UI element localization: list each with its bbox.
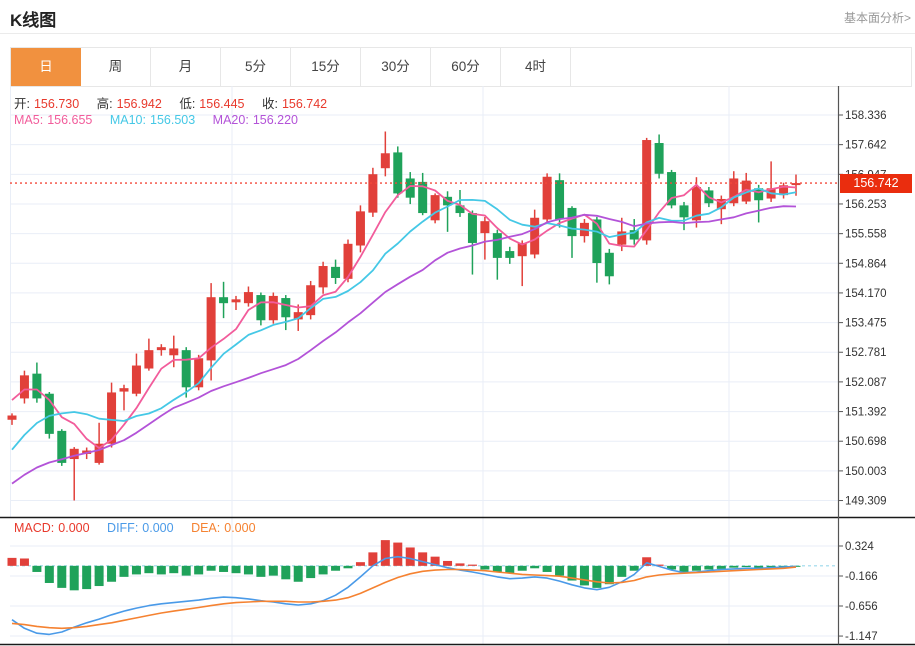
low-value: 156.445	[199, 97, 244, 111]
y-axis-tick-label: 153.475	[845, 318, 887, 330]
diff-label: DIFF:	[107, 521, 138, 535]
macd-bar: MACD: 0.000 DIFF: 0.000 DEA: 0.000	[14, 521, 260, 535]
open-label: 开:	[14, 97, 30, 111]
ma5-value: 156.655	[47, 113, 92, 127]
macd-value: 0.000	[58, 521, 89, 535]
macd-lines-group	[12, 557, 796, 635]
ohlc-bar: 开: 156.730 高: 156.942 低: 156.445 收: 156.742	[14, 93, 331, 112]
y-axis-tick-label: 155.558	[845, 229, 887, 241]
header-divider	[0, 33, 915, 34]
kline-widget: K线图 基本面分析> 日周月5分15分30分60分4时 158.336 157.6…	[0, 0, 915, 646]
fundamental-analysis-link[interactable]: 基本面分析>	[844, 9, 911, 26]
timeframe-tab-7[interactable]: 4时	[501, 48, 571, 86]
y-axis-tick-label: 156.253	[845, 199, 887, 211]
ma5-line	[12, 185, 796, 448]
page-title: K线图	[10, 6, 56, 31]
timeframe-tab-3[interactable]: 5分	[221, 48, 291, 86]
macd-axis-tick-label: -0.166	[845, 571, 878, 583]
timeframe-tabs: 日周月5分15分30分60分4时	[10, 47, 912, 87]
close-value: 156.742	[282, 97, 327, 111]
y-axis-tick-label: 154.170	[845, 288, 887, 300]
timeframe-tab-0[interactable]: 日	[11, 48, 81, 86]
y-axis-tick-label: 152.087	[845, 377, 887, 389]
candles-group	[8, 131, 801, 500]
macd-axis-tick-label: 0.324	[845, 541, 874, 553]
y-axis-tick-label: 150.698	[845, 436, 887, 448]
ma5-label: MA5:	[14, 113, 43, 127]
ma-bar: MA5: 156.655 MA10: 156.503 MA20: 156.220	[14, 113, 302, 127]
diff-value: 0.000	[142, 521, 173, 535]
high-value: 156.942	[117, 97, 162, 111]
axis-frame	[0, 86, 915, 645]
macd-label: MACD:	[14, 521, 54, 535]
ma10-line	[12, 189, 796, 450]
y-axis-tick-label: 158.336	[845, 110, 887, 122]
high-label: 高:	[97, 97, 113, 111]
y-axis-tick-label: 157.642	[845, 140, 887, 152]
current-price-tag: 156.742	[840, 174, 912, 193]
timeframe-tab-4[interactable]: 15分	[291, 48, 361, 86]
timeframe-tab-5[interactable]: 30分	[361, 48, 431, 86]
candlestick-chart-canvas[interactable]: 158.336157.642156.947156.253155.558154.8…	[0, 86, 915, 646]
ma20-value: 156.220	[253, 113, 298, 127]
ma10-value: 156.503	[150, 113, 195, 127]
timeframe-tab-2[interactable]: 月	[151, 48, 221, 86]
open-value: 156.730	[34, 97, 79, 111]
close-label: 收:	[262, 97, 278, 111]
y-axis-tick-label: 150.003	[845, 466, 887, 478]
macd-histogram-group	[8, 540, 801, 590]
y-axis-tick-label: 152.781	[845, 347, 887, 359]
timeframe-tab-1[interactable]: 周	[81, 48, 151, 86]
y-axis-tick-label: 154.864	[845, 258, 887, 270]
macd-axis-tick-label: -1.147	[845, 631, 878, 643]
macd-axis-tick-label: -0.656	[845, 601, 878, 613]
low-label: 低:	[179, 97, 195, 111]
ma-lines-group	[12, 185, 796, 484]
y-axis-tick-label: 149.309	[845, 496, 887, 508]
diff-line	[12, 557, 796, 635]
timeframe-tab-6[interactable]: 60分	[431, 48, 501, 86]
ma10-label: MA10:	[110, 113, 146, 127]
ma20-line	[12, 206, 796, 483]
y-axis-tick-label: 151.392	[845, 407, 887, 419]
dea-label: DEA:	[191, 521, 220, 535]
dea-value: 0.000	[224, 521, 255, 535]
ma20-label: MA20:	[213, 113, 249, 127]
